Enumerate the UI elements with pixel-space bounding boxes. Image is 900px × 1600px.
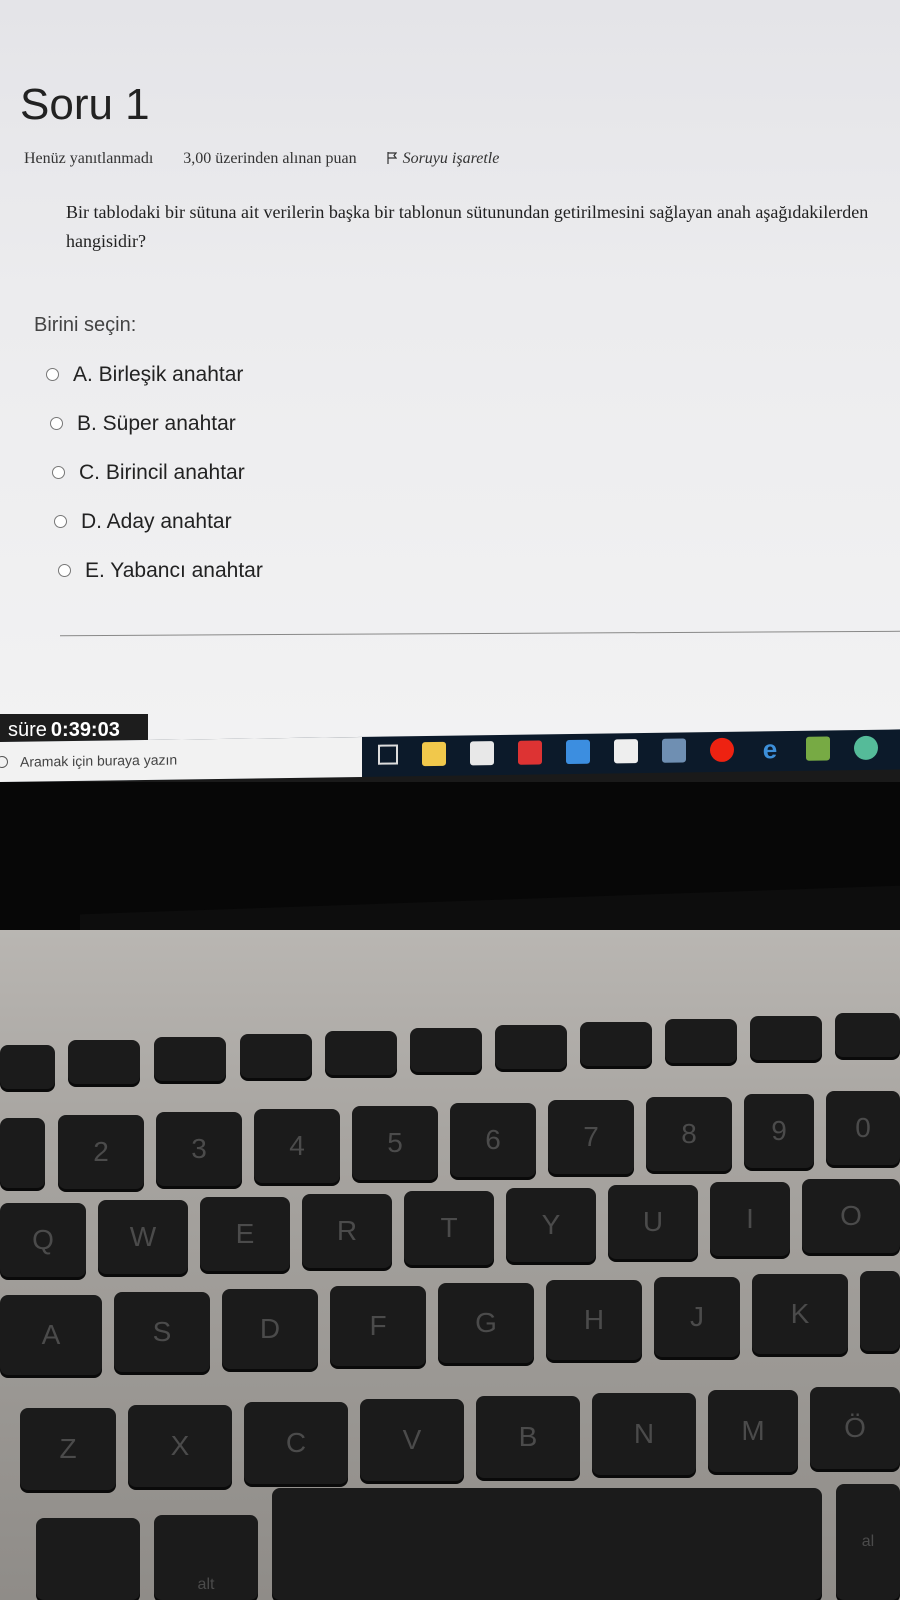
key-w: W bbox=[98, 1200, 188, 1274]
timer-value: 0:39:03 bbox=[50, 718, 120, 741]
edge-icon[interactable]: e bbox=[758, 734, 782, 764]
fn-key bbox=[325, 1031, 397, 1075]
search-icon bbox=[0, 755, 8, 769]
key-s: S bbox=[114, 1292, 210, 1372]
key-c: C bbox=[244, 1402, 348, 1484]
key-f: F bbox=[330, 1286, 426, 1366]
fn-key bbox=[665, 1019, 737, 1063]
fn-key bbox=[410, 1028, 482, 1072]
key-t: T bbox=[404, 1191, 494, 1265]
key-h: H bbox=[546, 1280, 642, 1360]
fn-key bbox=[0, 1045, 55, 1089]
key-n: N bbox=[592, 1393, 696, 1475]
key-q: Q bbox=[0, 1203, 86, 1277]
fn-key bbox=[580, 1022, 652, 1066]
fn-key bbox=[495, 1025, 567, 1069]
notepad-icon[interactable] bbox=[806, 736, 830, 761]
key-u: U bbox=[608, 1185, 698, 1259]
key-4: 4 bbox=[254, 1109, 340, 1183]
key-9: 9 bbox=[744, 1094, 814, 1168]
question-text: Bir tablodaki bir sütuna ait verilerin b… bbox=[66, 202, 869, 251]
timer-label: süre bbox=[8, 718, 47, 741]
radio-button[interactable] bbox=[52, 466, 65, 479]
option-label: B. Süper anahtar bbox=[77, 411, 236, 435]
globe-icon[interactable] bbox=[854, 735, 878, 761]
key-8: 8 bbox=[646, 1097, 732, 1171]
answer-options: A. Birleşik anahtar B. Süper anahtar C. … bbox=[46, 350, 263, 595]
key-7: 7 bbox=[548, 1100, 634, 1174]
key-o-umlaut: Ö bbox=[810, 1387, 900, 1469]
option-d[interactable]: D. Aday anahtar bbox=[54, 497, 263, 546]
browser-screen: Soru 1 Henüz yanıtlanmadı 3,00 üzerinden… bbox=[0, 0, 900, 745]
radio-button[interactable] bbox=[54, 515, 67, 528]
store-icon[interactable] bbox=[470, 741, 494, 766]
photoshop-icon[interactable] bbox=[614, 739, 638, 764]
fn-key bbox=[68, 1040, 140, 1084]
key-z: Z bbox=[20, 1408, 116, 1490]
fn-key bbox=[240, 1034, 312, 1078]
key-j: J bbox=[654, 1277, 740, 1357]
key-5: 5 bbox=[352, 1106, 438, 1180]
key-x: X bbox=[128, 1405, 232, 1487]
key-3: 3 bbox=[156, 1112, 242, 1186]
divider bbox=[60, 630, 900, 637]
option-label: E. Yabancı anahtar bbox=[85, 558, 263, 582]
opera-icon[interactable] bbox=[710, 737, 734, 763]
search-placeholder: Aramak için buraya yazın bbox=[20, 751, 178, 770]
key-2: 2 bbox=[58, 1115, 144, 1189]
question-meta: Henüz yanıtlanmadı 3,00 üzerinden alınan… bbox=[24, 150, 551, 168]
gift-icon[interactable] bbox=[518, 740, 542, 765]
key-e: E bbox=[200, 1197, 290, 1271]
flag-label: Soruyu işaretle bbox=[402, 150, 500, 167]
task-view-icon[interactable] bbox=[378, 744, 398, 765]
fn-key bbox=[750, 1016, 822, 1060]
app-icon[interactable] bbox=[662, 738, 686, 763]
key-g: G bbox=[438, 1283, 534, 1363]
key-k: K bbox=[752, 1274, 848, 1354]
windows-key bbox=[36, 1518, 140, 1600]
file-explorer-icon[interactable] bbox=[422, 741, 446, 767]
fn-key bbox=[154, 1037, 226, 1081]
key-alt-gr: al bbox=[836, 1484, 900, 1600]
flag-question-link[interactable]: Soruyu işaretle bbox=[386, 150, 526, 167]
key-v: V bbox=[360, 1399, 464, 1481]
option-label: C. Birincil anahtar bbox=[79, 460, 245, 484]
key-d: D bbox=[222, 1289, 318, 1369]
option-label: D. Aday anahtar bbox=[81, 509, 232, 533]
key-alt: alt bbox=[154, 1515, 258, 1600]
key-r: R bbox=[302, 1194, 392, 1268]
key-0: 0 bbox=[826, 1091, 900, 1165]
question-points: 3,00 üzerinden alınan puan bbox=[183, 150, 357, 167]
option-b[interactable]: B. Süper anahtar bbox=[50, 399, 263, 448]
key-o: O bbox=[802, 1179, 900, 1253]
question-status: Henüz yanıtlanmadı bbox=[24, 150, 154, 167]
option-a[interactable]: A. Birleşik anahtar bbox=[46, 350, 263, 399]
taskbar-search-box[interactable]: Aramak için buraya yazın bbox=[0, 736, 362, 782]
key-6: 6 bbox=[450, 1103, 536, 1177]
key-b: B bbox=[476, 1396, 580, 1478]
option-e[interactable]: E. Yabancı anahtar bbox=[58, 546, 263, 595]
radio-button[interactable] bbox=[58, 564, 71, 577]
choose-label: Birini seçin: bbox=[34, 314, 137, 336]
question-title: Soru 1 bbox=[20, 80, 150, 129]
space-key bbox=[272, 1488, 822, 1600]
key-i: I bbox=[710, 1182, 790, 1256]
option-c[interactable]: C. Birincil anahtar bbox=[52, 448, 263, 497]
fn-key bbox=[835, 1013, 900, 1057]
taskbar-icons: e bbox=[378, 734, 900, 767]
mail-icon[interactable] bbox=[566, 739, 590, 765]
radio-button[interactable] bbox=[46, 368, 59, 381]
key-a: A bbox=[0, 1295, 102, 1375]
flag-icon bbox=[386, 152, 397, 164]
option-label: A. Birleşik anahtar bbox=[73, 362, 244, 386]
key-m: M bbox=[708, 1390, 798, 1472]
key bbox=[0, 1118, 45, 1188]
key-y: Y bbox=[506, 1188, 596, 1262]
key-l bbox=[860, 1271, 900, 1351]
radio-button[interactable] bbox=[50, 417, 63, 430]
